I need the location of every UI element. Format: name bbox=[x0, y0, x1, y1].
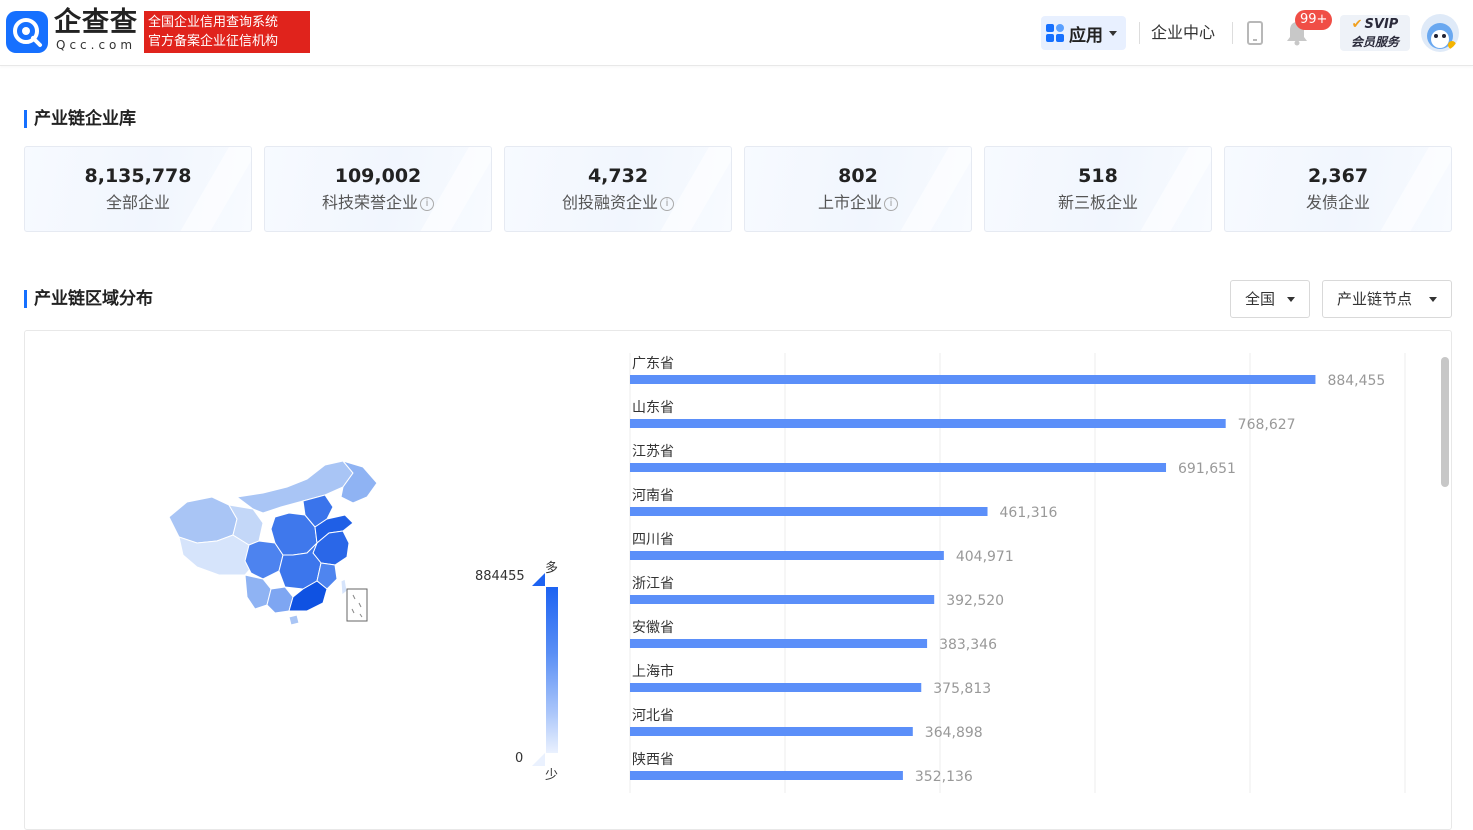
bar-value-label: 691,651 bbox=[1178, 461, 1236, 477]
bar-category-label: 四川省 bbox=[632, 532, 674, 548]
stat-card-listed[interactable]: 802 上市企业 i bbox=[744, 146, 972, 232]
slogan-line-1: 全国企业信用查询系统 bbox=[148, 15, 279, 30]
bar-value-label: 461,316 bbox=[1000, 505, 1058, 521]
logo-domain: Qcc.com bbox=[56, 38, 137, 52]
bar-上海市[interactable] bbox=[630, 683, 922, 692]
bar-category-label: 广东省 bbox=[632, 356, 674, 372]
stat-label: 科技荣誉企业 bbox=[321, 193, 418, 212]
bar-广东省[interactable] bbox=[630, 375, 1316, 384]
chevron-down-icon bbox=[1287, 297, 1295, 302]
stat-card-tech-honor[interactable]: 109,002 科技荣誉企业 i bbox=[264, 146, 492, 232]
stat-cards: 8,135,778 全部企业 109,002 科技荣誉企业 i 4,732 创投融… bbox=[24, 146, 1452, 232]
stat-label: 上市企业 bbox=[817, 193, 882, 212]
china-map[interactable] bbox=[167, 457, 382, 627]
info-icon[interactable]: i bbox=[660, 197, 674, 211]
svip-member-button[interactable]: ✔ SVIP 会员服务 bbox=[1340, 15, 1410, 51]
top-header: 企查查 Qcc.com 全国企业信用查询系统 官方备案企业征信机构 应用 企业中… bbox=[0, 0, 1473, 66]
bar-value-label: 884,455 bbox=[1327, 373, 1385, 389]
legend-high-label: 多 bbox=[545, 561, 559, 576]
stat-card-all[interactable]: 8,135,778 全部企业 bbox=[24, 146, 252, 232]
bar-河南省[interactable] bbox=[630, 507, 988, 516]
bar-山东省[interactable] bbox=[630, 419, 1226, 428]
region-select[interactable]: 全国 bbox=[1230, 280, 1310, 318]
stat-value: 8,135,778 bbox=[84, 165, 192, 187]
qcc-logo-icon[interactable] bbox=[6, 11, 48, 53]
bar-value-label: 404,971 bbox=[956, 549, 1014, 565]
bar-value-label: 364,898 bbox=[925, 725, 983, 741]
chevron-down-icon bbox=[1429, 297, 1437, 302]
bar-陕西省[interactable] bbox=[630, 771, 903, 780]
stat-label: 新三板企业 bbox=[1057, 193, 1138, 212]
map-color-legend bbox=[546, 587, 558, 753]
stat-label: 全部企业 bbox=[105, 193, 170, 212]
divider bbox=[1139, 22, 1140, 44]
section-title-enterprise-library: 产业链企业库 bbox=[24, 109, 136, 129]
chevron-down-icon bbox=[1109, 30, 1117, 36]
slogan-banner: 全国企业信用查询系统 官方备案企业征信机构 bbox=[144, 11, 310, 53]
stat-value: 4,732 bbox=[587, 165, 649, 187]
bar-value-label: 383,346 bbox=[939, 637, 997, 653]
bar-河北省[interactable] bbox=[630, 727, 913, 736]
stat-card-neeq[interactable]: 518 新三板企业 bbox=[984, 146, 1212, 232]
stat-value: 802 bbox=[838, 165, 878, 187]
bar-value-label: 352,136 bbox=[915, 769, 973, 785]
province-bar-chart: 广东省 884,455 山东省 768,627 江苏省 691,651 河南省 461,316… bbox=[629, 353, 1406, 793]
bar-value-label: 768,627 bbox=[1238, 417, 1296, 433]
bar-浙江省[interactable] bbox=[630, 595, 935, 604]
chain-node-select-value: 产业链节点 bbox=[1337, 290, 1413, 308]
south-china-sea-inset bbox=[346, 588, 368, 622]
map-region bbox=[340, 578, 348, 596]
apps-menu-label: 应用 bbox=[1069, 25, 1103, 46]
stat-value: 109,002 bbox=[334, 165, 422, 187]
section-title-regional-distribution: 产业链区域分布 bbox=[24, 289, 153, 309]
notification-badge: 99+ bbox=[1295, 10, 1333, 30]
bar-category-label: 陕西省 bbox=[632, 752, 674, 768]
stat-value: 518 bbox=[1078, 165, 1118, 187]
legend-max-value: 884455 bbox=[475, 569, 525, 584]
bar-value-label: 375,813 bbox=[933, 681, 991, 697]
legend-low-label: 少 bbox=[545, 768, 559, 783]
enterprise-center-link[interactable]: 企业中心 bbox=[1151, 22, 1215, 44]
map-region bbox=[168, 496, 238, 544]
distribution-panel: 884455 多 0 少 广东省 884,455 山东省 768,627 江苏省 691,… bbox=[24, 330, 1452, 830]
map-region bbox=[288, 614, 300, 626]
region-select-value: 全国 bbox=[1245, 290, 1276, 308]
legend-low-handle[interactable] bbox=[532, 753, 545, 766]
bar-江苏省[interactable] bbox=[630, 463, 1167, 472]
user-avatar[interactable] bbox=[1421, 14, 1459, 52]
stat-label: 创投融资企业 bbox=[561, 193, 658, 212]
apps-grid-icon bbox=[1045, 23, 1065, 43]
svip-service-label: 会员服务 bbox=[1350, 35, 1399, 49]
stat-card-venture[interactable]: 4,732 创投融资企业 i bbox=[504, 146, 732, 232]
mobile-phone-icon[interactable] bbox=[1247, 21, 1263, 45]
bar-category-label: 浙江省 bbox=[632, 576, 674, 592]
bar-category-label: 江苏省 bbox=[632, 444, 674, 460]
bar-category-label: 山东省 bbox=[632, 400, 674, 416]
stat-label: 发债企业 bbox=[1305, 193, 1370, 212]
chain-node-select[interactable]: 产业链节点 bbox=[1322, 280, 1452, 318]
legend-min-value: 0 bbox=[515, 751, 524, 766]
chart-scrollbar-thumb[interactable] bbox=[1441, 357, 1449, 487]
bar-category-label: 安徽省 bbox=[632, 620, 674, 636]
bar-安徽省[interactable] bbox=[630, 639, 928, 648]
bar-value-label: 392,520 bbox=[946, 593, 1004, 609]
info-icon[interactable]: i bbox=[884, 197, 898, 211]
bar-category-label: 河北省 bbox=[632, 708, 674, 724]
stat-value: 2,367 bbox=[1307, 165, 1369, 187]
logo-name[interactable]: 企查查 bbox=[54, 8, 138, 38]
bar-category-label: 上海市 bbox=[632, 663, 674, 680]
bar-四川省[interactable] bbox=[630, 551, 944, 560]
apps-menu-button[interactable]: 应用 bbox=[1041, 16, 1126, 50]
stat-card-bond[interactable]: 2,367 发债企业 bbox=[1224, 146, 1452, 232]
map-region bbox=[235, 460, 354, 514]
slogan-line-2: 官方备案企业征信机构 bbox=[148, 34, 279, 49]
svip-label: SVIP bbox=[1364, 17, 1399, 32]
info-icon[interactable]: i bbox=[420, 197, 434, 211]
divider bbox=[1232, 22, 1233, 44]
bar-category-label: 河南省 bbox=[632, 488, 674, 504]
legend-high-handle[interactable] bbox=[532, 573, 545, 586]
vip-crown-icon: ✔ bbox=[1351, 17, 1363, 32]
